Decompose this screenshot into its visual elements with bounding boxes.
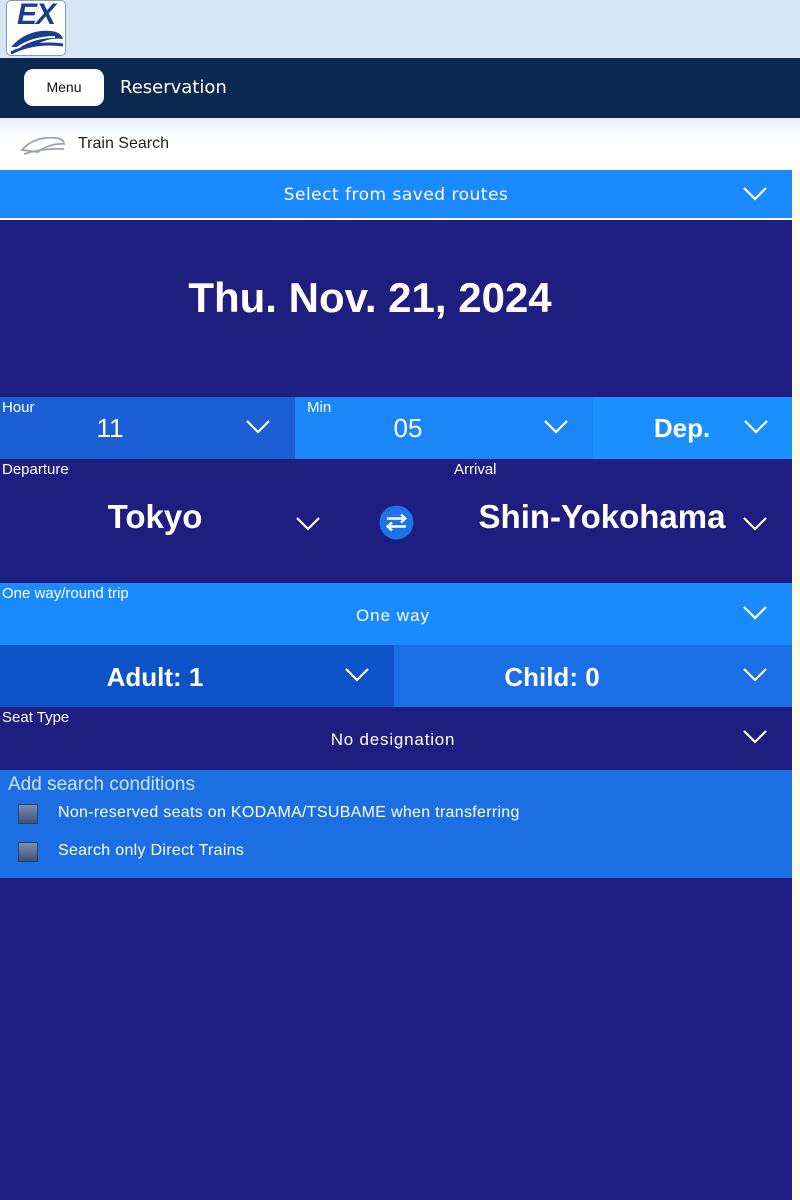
chevron-down-icon <box>246 420 270 434</box>
train-icon <box>20 136 65 155</box>
chevron-down-icon <box>345 668 369 682</box>
direct-trains-checkbox[interactable] <box>18 842 38 862</box>
chevron-down-icon <box>544 420 568 434</box>
child-count: Child: 0 <box>504 662 600 692</box>
date-selector[interactable]: Thu. Nov. 21, 2024 <box>0 222 792 397</box>
dep-arr-select[interactable]: Dep. <box>593 397 792 459</box>
seat-type-select[interactable]: Seat Type No designation <box>0 707 792 770</box>
trip-type-select[interactable]: One way/round trip One way <box>0 583 792 645</box>
page-title: Reservation <box>120 77 227 98</box>
swap-icon[interactable] <box>379 505 414 540</box>
chevron-down-icon <box>743 730 767 744</box>
departure-label: Departure <box>2 461 69 478</box>
trip-type-value: One way <box>355 606 431 625</box>
travel-date: Thu. Nov. 21, 2024 <box>188 274 552 321</box>
chevron-down-icon <box>743 606 767 620</box>
top-bar: EX <box>0 0 800 58</box>
ex-logo[interactable]: EX <box>6 0 66 56</box>
hour-value: 11 <box>96 413 124 443</box>
breadcrumb-label: Train Search <box>78 135 169 152</box>
chevron-down-icon <box>743 668 767 682</box>
seat-type-value: No designation <box>330 730 456 749</box>
arrival-station-select[interactable]: Shin-Yokohama <box>440 480 792 580</box>
scroll-gutter <box>792 170 800 1200</box>
saved-routes-label: Select from saved routes <box>283 185 509 205</box>
adult-count: Adult: 1 <box>106 662 204 692</box>
chevron-down-icon <box>296 517 320 531</box>
direct-trains-label[interactable]: Search only Direct Trains <box>58 842 244 860</box>
menu-button[interactable]: Menu <box>24 69 104 106</box>
non-reserved-transfer-checkbox[interactable] <box>18 804 38 824</box>
hour-label: Hour <box>2 399 35 416</box>
search-conditions-panel: Add search conditions Non-reserved seats… <box>0 770 792 878</box>
seat-type-label: Seat Type <box>2 709 70 726</box>
arrival-station: Shin-Yokohama <box>478 498 726 535</box>
shinkansen-logo-icon <box>10 30 64 55</box>
adult-count-select[interactable]: Adult: 1 <box>0 645 394 707</box>
minute-value: 05 <box>393 413 423 443</box>
chevron-down-icon <box>744 420 768 434</box>
saved-routes-select[interactable]: Select from saved routes <box>0 170 792 220</box>
departure-station: Tokyo <box>107 498 203 535</box>
search-conditions-title: Add search conditions <box>8 774 195 795</box>
non-reserved-transfer-label[interactable]: Non-reserved seats on KODAMA/TSUBAME whe… <box>58 804 520 822</box>
dep-arr-value: Dep. <box>653 413 711 443</box>
minute-label: Min <box>307 399 332 416</box>
chevron-down-icon <box>743 517 767 531</box>
minute-select[interactable]: Min 05 <box>295 397 593 459</box>
arrival-label: Arrival <box>454 461 497 478</box>
departure-station-select[interactable]: Tokyo <box>0 480 340 580</box>
nav-bar: Menu Reservation <box>0 58 800 118</box>
child-count-select[interactable]: Child: 0 <box>394 645 792 707</box>
trip-type-label: One way/round trip <box>2 585 129 602</box>
chevron-down-icon <box>743 187 767 201</box>
hour-select[interactable]: Hour 11 <box>0 397 295 459</box>
